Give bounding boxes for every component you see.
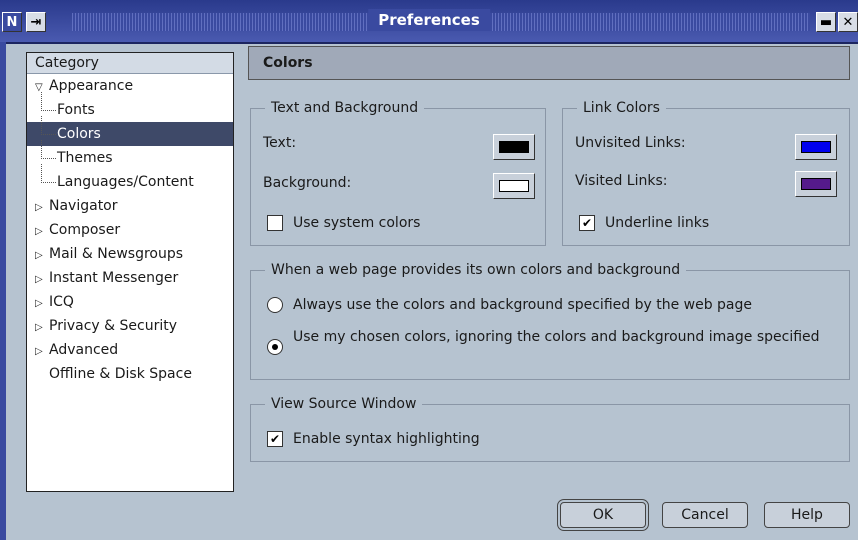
tree-item-label: Instant Messenger [49,270,179,286]
netscape-logo-icon[interactable]: N [2,12,22,32]
category-panel: Category ▽ Appearance Fonts Colors Themes… [26,52,234,492]
color-swatch [801,178,831,190]
text-color-label: Text: [263,135,297,151]
tree-item-themes[interactable]: Themes [27,140,233,170]
group-legend: View Source Window [265,395,423,413]
tree-item-languages-content[interactable]: Languages/Content [27,164,233,194]
tree-item-appearance[interactable]: ▽ Appearance [27,74,233,98]
syntax-highlighting-checkbox[interactable]: ✔ Enable syntax highlighting [267,431,480,447]
tree-item-label: Composer [49,222,121,238]
window-left-edge [0,42,6,540]
text-color-button[interactable] [493,134,535,160]
visited-links-label: Visited Links: [575,173,668,189]
pin-icon[interactable]: ⇥ [26,12,46,32]
tree-item-label: Navigator [49,198,118,214]
expand-closed-icon[interactable]: ▷ [35,316,49,340]
tree-connector [41,92,56,111]
expand-closed-icon[interactable]: ▷ [35,220,49,244]
expand-closed-icon[interactable]: ▷ [35,292,49,316]
tree-item-offline-disk-space[interactable]: Offline & Disk Space [27,362,233,386]
help-button[interactable]: Help [764,502,850,528]
cancel-button[interactable]: Cancel [662,502,748,528]
checkmark-icon[interactable]: ✔ [579,215,595,231]
window-title: Preferences [368,9,490,31]
tree-item-label: Languages/Content [57,174,194,190]
tree-item-label: Themes [57,150,113,166]
tree-item-advanced[interactable]: ▷ Advanced [27,338,233,362]
tree-item-label: Appearance [49,78,134,94]
tree-item-label: Offline & Disk Space [49,366,192,382]
checkbox-box[interactable] [267,215,283,231]
tree-item-mail-newsgroups[interactable]: ▷ Mail & Newsgroups [27,242,233,266]
tree-item-label: ICQ [49,294,74,310]
use-my-colors-radio[interactable]: Use my chosen colors, ignoring the color… [267,329,827,355]
color-swatch [499,141,529,153]
always-use-page-colors-radio[interactable]: Always use the colors and background spe… [267,297,752,313]
tree-item-icq[interactable]: ▷ ICQ [27,290,233,314]
checkbox-label: Use system colors [293,215,421,231]
tree-item-label: Colors [57,126,101,142]
color-swatch [499,180,529,192]
radio-button[interactable] [267,297,283,313]
underline-links-checkbox[interactable]: ✔ Underline links [579,215,709,231]
expand-closed-icon[interactable]: ▷ [35,244,49,268]
unvisited-links-label: Unvisited Links: [575,135,686,151]
view-source-group: View Source Window ✔ Enable syntax highli… [250,395,850,462]
tree-item-composer[interactable]: ▷ Composer [27,218,233,242]
unvisited-links-color-button[interactable] [795,134,837,160]
group-legend: Text and Background [265,99,425,117]
link-colors-group: Link Colors Unvisited Links: Visited Lin… [562,99,850,246]
panel-title: Colors [248,46,850,80]
checkmark-icon[interactable]: ✔ [267,431,283,447]
checkbox-label: Enable syntax highlighting [293,431,480,447]
expand-closed-icon[interactable]: ▷ [35,196,49,220]
tree-item-label: Fonts [57,102,95,118]
tree-connector [41,140,56,159]
category-header[interactable]: Category [27,53,233,74]
expand-closed-icon[interactable]: ▷ [35,268,49,292]
text-background-group: Text and Background Text: Background: Us… [250,99,546,246]
close-icon[interactable]: ✕ [838,12,858,32]
tree-item-label: Mail & Newsgroups [49,246,184,262]
radio-button[interactable] [267,339,283,355]
background-color-button[interactable] [493,173,535,199]
tree-item-fonts[interactable]: Fonts [27,92,233,122]
minimize-icon[interactable]: ▬ [816,12,836,32]
group-legend: Link Colors [577,99,666,117]
title-bar: N ⇥ Preferences ▬ ✕ [0,0,858,44]
radio-label: Always use the colors and background spe… [293,297,753,313]
expand-closed-icon[interactable]: ▷ [35,340,49,364]
color-swatch [801,141,831,153]
tree-item-privacy-security[interactable]: ▷ Privacy & Security [27,314,233,338]
tree-item-navigator[interactable]: ▷ Navigator [27,194,233,218]
tree-item-label: Privacy & Security [49,318,177,334]
background-color-label: Background: [263,175,352,191]
use-system-colors-checkbox[interactable]: Use system colors [267,215,420,231]
group-legend: When a web page provides its own colors … [265,261,687,279]
radio-label: Use my chosen colors, ignoring the color… [293,329,820,345]
ok-button[interactable]: OK [557,499,649,531]
tree-connector [41,116,56,135]
page-colors-group: When a web page provides its own colors … [250,261,850,380]
tree-connector [41,164,56,183]
visited-links-color-button[interactable] [795,171,837,197]
checkbox-label: Underline links [605,215,710,231]
tree-item-instant-messenger[interactable]: ▷ Instant Messenger [27,266,233,290]
tree-item-label: Advanced [49,342,119,358]
tree-item-colors[interactable]: Colors [27,116,233,146]
